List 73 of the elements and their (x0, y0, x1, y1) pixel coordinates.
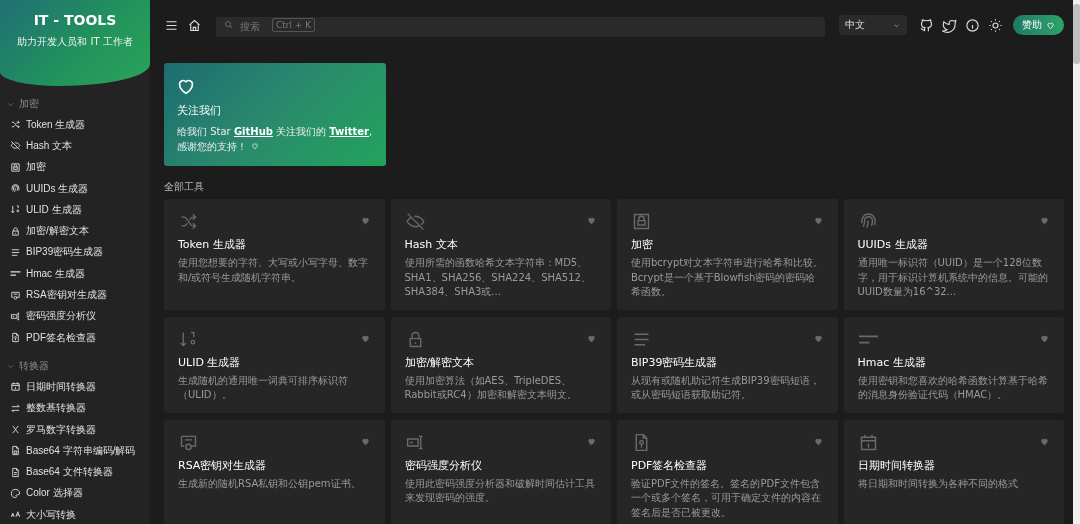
sidebar-item[interactable]: ULID 生成器 (0, 199, 150, 221)
sidebar-item[interactable]: 加密/解密文本 (0, 220, 150, 242)
sponsor-button[interactable]: 赞助 (1013, 15, 1064, 35)
tool-card[interactable]: ULID 生成器 生成随机的通用唯一词典可排序标识符（ULID）。 (164, 316, 385, 413)
sidebar-item[interactable]: Base64 文件转换器 (0, 461, 150, 483)
swap-arrows-icon (10, 402, 21, 414)
info-icon[interactable] (965, 17, 980, 33)
padlock-icon (10, 161, 21, 173)
eye-slash-icon (10, 140, 21, 152)
sidebar-item[interactable]: Token 生成器 (0, 114, 150, 136)
heart-icon[interactable] (812, 215, 824, 226)
sidebar-item[interactable]: PDF签名检查器 (0, 326, 150, 349)
menu-group-toggle[interactable]: 转换器 (0, 356, 150, 377)
shortcut-hint: Ctrl + K (272, 18, 316, 32)
sidebar-item[interactable]: Hmac 生成器 (0, 263, 150, 285)
sidebar-item[interactable]: Color 选择器 (0, 482, 150, 505)
sidebar-item[interactable]: 整数基转换器 (0, 397, 150, 419)
github-icon[interactable] (919, 17, 934, 33)
app-subtitle: 助力开发人员和 IT 工作者 (17, 35, 133, 49)
heart-icon[interactable] (1039, 215, 1050, 226)
document-icon (10, 466, 21, 478)
sidebar-item[interactable]: 密码强度分析仪 (0, 305, 150, 327)
app-title: IT - TOOLS (33, 12, 117, 28)
link[interactable]: Twitter (329, 126, 369, 137)
tool-card[interactable]: Hash 文本 使用所需的函数哈希文本字符串：MD5、SHA1、SHA256、SHA224、SHA512、SHA384、SHA3或... (390, 199, 611, 310)
tool-card[interactable]: Token 生成器 使用您想要的字符、大写或小写字母、数字和/或符号生成随机字符串。 (164, 199, 385, 310)
heart-icon[interactable] (586, 215, 597, 226)
menu-group-toggle[interactable]: 加密 (0, 94, 150, 114)
tool-card[interactable]: 密码强度分析仪 使用此密码强度分析器和破解时间估计工具来发现密码的强度。 (390, 419, 611, 524)
sidebar-item[interactable]: UUIDs 生成器 (0, 177, 150, 200)
cross-icon (10, 424, 21, 435)
sidebar-item[interactable]: BIP39密码生成器 (0, 241, 150, 264)
bird-icon[interactable] (942, 17, 957, 33)
lines-icon (10, 246, 21, 258)
link[interactable]: GitHub (233, 126, 273, 137)
section-title: 全部工具 (164, 180, 205, 194)
card-title: 关注我们 (177, 103, 222, 118)
document-icon (10, 445, 21, 457)
heart-icon[interactable] (359, 215, 371, 226)
calendar-icon (10, 381, 21, 393)
input-cursor-icon (10, 310, 21, 322)
tool-card[interactable]: RSA密钥对生成器 生成新的随机RSA私钥和公钥pem证书。 (164, 419, 385, 524)
heart-icon (251, 142, 259, 150)
sidebar-item[interactable]: 大小写转换 (0, 504, 150, 524)
padlock-icon (631, 211, 652, 232)
search-icon (224, 20, 234, 30)
tool-card[interactable]: 加密 使用bcrypt对文本字符串进行哈希和比较。Bcrypt是一个基于Blowfish密码的密码哈希函数。 (617, 199, 838, 310)
home-icon[interactable] (187, 17, 202, 33)
sidebar-item[interactable]: RSA密钥对生成器 (0, 284, 150, 306)
sun-icon[interactable] (988, 17, 1003, 33)
sidebar-item[interactable]: 加密 (0, 156, 150, 178)
shuffle-icon (10, 119, 21, 131)
tool-card[interactable]: Hmac 生成器 使用密钥和您喜欢的哈希函数计算基于哈希的消息身份验证代码（HMAC）。 (843, 316, 1064, 413)
scrollbar[interactable] (1073, 0, 1080, 524)
eye-slash-icon (404, 211, 426, 232)
heart-icon (1046, 20, 1055, 30)
document-icon (10, 332, 21, 344)
fingerprint-icon (10, 183, 21, 195)
tool-card[interactable]: UUIDs 生成器 通用唯一标识符（UUID）是一个128位数字，用于标识计算机系统中的信息。可能的UUID数量为16^32... (843, 199, 1064, 310)
follow-message: 给我们 Star GitHub 关注我们的 Twitter, 感谢您的支持！ (177, 125, 373, 154)
certificate-icon (10, 289, 21, 301)
tool-card[interactable]: PDF签名检查器 验证PDF文件的签名。签名的PDF文件包含一个或多个签名，可用于确定文件的内容在签名后是否已被更改。 (617, 419, 838, 524)
padlock-icon (10, 225, 21, 237)
palette-icon (10, 487, 21, 499)
sidebar-item[interactable]: Hash 文本 (0, 135, 150, 157)
tool-card[interactable]: BIP39密码生成器 从现有或随机助记符生成BIP39密码短语，或从密码短语获取助记符。 (617, 316, 838, 413)
sidebar-item[interactable]: 日期时间转换器 (0, 376, 150, 398)
sidebar-item[interactable]: Base64 字符串编码/解码 (0, 440, 150, 462)
sort-arrow-icon (10, 204, 21, 216)
sidebar-item[interactable]: 罗马数字转换器 (0, 418, 150, 441)
tool-card[interactable]: 加密/解密文本 使用加密算法（如AES、TripleDES、Rabbit或RC4）加密和解密文本明文。 (390, 316, 611, 413)
language-select[interactable]: 中文 (839, 15, 907, 35)
tool-card[interactable]: 日期时间转换器 将日期和时间转换为各种不同的格式 (843, 419, 1064, 524)
